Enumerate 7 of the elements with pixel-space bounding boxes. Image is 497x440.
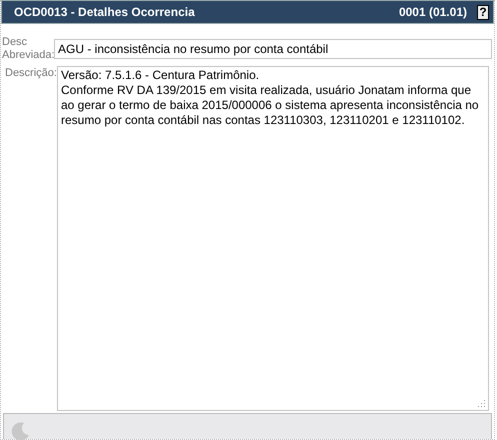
window-title: OCD0013 - Detalhes Ocorrencia	[14, 5, 195, 19]
field-label: Descrição:	[4, 66, 57, 80]
field-label: Desc Abreviada:	[1, 36, 54, 62]
version-label: 0001 (01.01)	[398, 5, 467, 19]
help-button[interactable]: ?	[477, 4, 489, 20]
textarea-field[interactable]: Versão: 7.5.1.6 - Centura Patrimônio. Conforme RV DA 139/2015 em visita realizada, usuário Jonatam informa que ao gerar o termo de baixa 2015/000006 o sistema apresenta inconsistência no resumo por conta contábil nas contas 123110303, 123110201 e 123110102.	[57, 66, 489, 411]
input-field[interactable]: AGU - inconsistência no resumo por conta contábil	[54, 39, 492, 59]
